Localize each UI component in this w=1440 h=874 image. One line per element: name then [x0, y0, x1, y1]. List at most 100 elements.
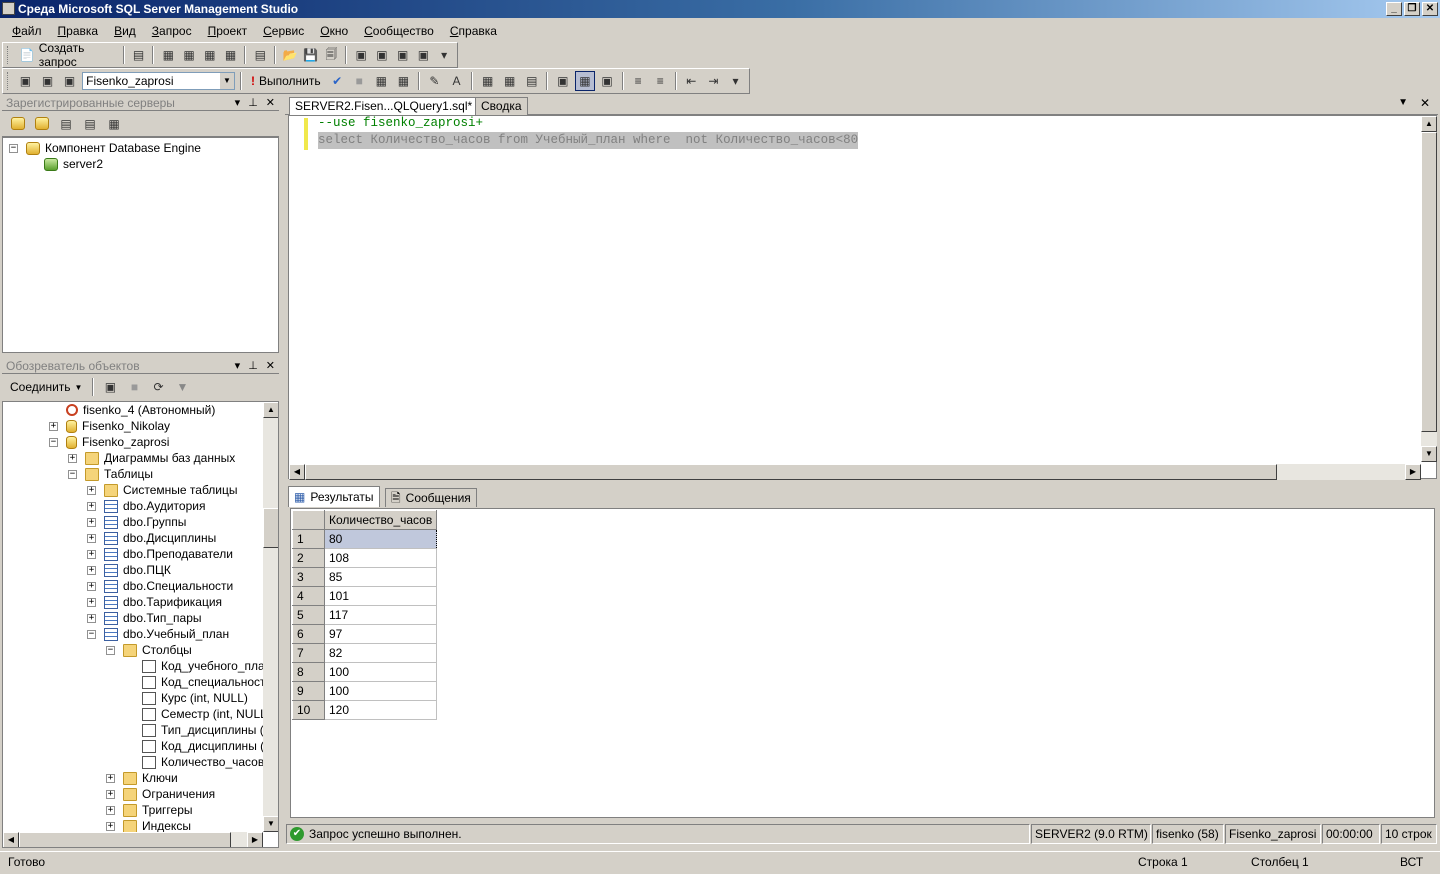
- cell-value[interactable]: 100: [323, 662, 438, 682]
- tree-node[interactable]: + Ключи: [106, 770, 178, 786]
- expand-icon[interactable]: +: [106, 789, 115, 799]
- menu-edit[interactable]: Правка: [50, 21, 107, 41]
- connect-dropdown[interactable]: Соединить ▼: [6, 377, 86, 397]
- table-row[interactable]: 4 101: [292, 586, 438, 606]
- db-engine-query-icon[interactable]: ▦: [159, 45, 177, 65]
- table-row[interactable]: 7 82: [292, 643, 438, 663]
- row-number[interactable]: 9: [292, 681, 325, 701]
- tree-node[interactable]: + Ограничения: [106, 786, 215, 802]
- column-header[interactable]: Количество_часов: [323, 510, 438, 530]
- pin-icon[interactable]: ⊥: [248, 95, 258, 111]
- parse-check-icon[interactable]: ✔: [328, 71, 347, 91]
- expand-icon[interactable]: +: [87, 597, 96, 607]
- cell-value[interactable]: 97: [323, 624, 438, 644]
- client-statistics-icon[interactable]: ▦: [500, 71, 519, 91]
- results-to-text-icon[interactable]: ▤: [522, 71, 541, 91]
- cell-value[interactable]: 85: [323, 567, 438, 587]
- menu-project[interactable]: Проект: [200, 21, 256, 41]
- query-options-icon[interactable]: ▦: [372, 71, 391, 91]
- tree-node[interactable]: Тип_дисциплины (va: [125, 722, 263, 738]
- new-file-icon[interactable]: ▤: [130, 45, 148, 65]
- tree-node[interactable]: + Триггеры: [106, 802, 193, 818]
- row-number[interactable]: 1: [292, 529, 325, 549]
- table-row[interactable]: 6 97: [292, 624, 438, 644]
- save-icon[interactable]: 💾: [302, 45, 320, 65]
- collapse-icon[interactable]: −: [49, 437, 58, 447]
- row-number[interactable]: 2: [292, 548, 325, 568]
- comment-icon[interactable]: ≡: [629, 71, 648, 91]
- disconnect-icon[interactable]: ▣: [100, 377, 120, 397]
- sql-mobile-icon[interactable]: ▤: [80, 114, 100, 134]
- disconnect-icon[interactable]: ▣: [38, 71, 57, 91]
- database-engine-icon[interactable]: [8, 114, 28, 134]
- xmla-query-icon[interactable]: ▤: [251, 45, 269, 65]
- scroll-left-icon[interactable]: ◀: [3, 832, 19, 847]
- expand-icon[interactable]: +: [68, 453, 77, 463]
- row-number[interactable]: 3: [292, 567, 325, 587]
- tree-node-server[interactable]: server2: [44, 156, 103, 172]
- expand-icon[interactable]: +: [87, 485, 96, 495]
- tree-node[interactable]: + Индексы: [106, 818, 191, 832]
- menu-window[interactable]: Окно: [312, 21, 356, 41]
- tree-node[interactable]: Код_дисциплины (in: [125, 738, 263, 754]
- menu-view[interactable]: Вид: [106, 21, 144, 41]
- menu-file[interactable]: Файл: [4, 21, 50, 41]
- scroll-right-icon[interactable]: ▶: [247, 832, 263, 847]
- database-select[interactable]: Fisenko_zaprosi ▼: [82, 72, 235, 90]
- tree-node[interactable]: + dbo.Тарификация: [87, 594, 222, 610]
- connect-icon[interactable]: ▣: [16, 71, 35, 91]
- row-number[interactable]: 8: [292, 662, 325, 682]
- tree-node[interactable]: + dbo.Группы: [87, 514, 186, 530]
- query-editor[interactable]: --use fisenko_zaprosi+ select Количество…: [288, 115, 1437, 480]
- scroll-thumb[interactable]: [263, 508, 278, 548]
- expand-icon[interactable]: +: [87, 501, 96, 511]
- scroll-down-icon[interactable]: ▼: [1421, 446, 1437, 462]
- results-to-grid-icon[interactable]: ▦: [575, 71, 595, 91]
- vertical-scrollbar[interactable]: ▲ ▼: [1421, 116, 1437, 462]
- tree-node[interactable]: + dbo.Аудитория: [87, 498, 205, 514]
- results-to-file-icon[interactable]: ▣: [553, 71, 572, 91]
- row-number[interactable]: 7: [292, 643, 325, 663]
- close-icon[interactable]: ✕: [266, 358, 275, 374]
- tab-query[interactable]: SERVER2.Fisen...QLQuery1.sql*: [289, 97, 479, 115]
- scroll-thumb[interactable]: [19, 832, 231, 847]
- cell-value[interactable]: 108: [323, 548, 438, 568]
- scroll-up-icon[interactable]: ▲: [263, 402, 278, 418]
- tree-node[interactable]: + Системные таблицы: [87, 482, 238, 498]
- tree-node[interactable]: + Fisenko_Nikolay: [49, 418, 170, 434]
- intellisense-icon[interactable]: A: [447, 71, 466, 91]
- vertical-scrollbar[interactable]: ▲ ▼: [263, 402, 278, 832]
- tree-node[interactable]: − dbo.Учебный_план: [87, 626, 229, 642]
- dmx-query-icon[interactable]: ▦: [222, 45, 240, 65]
- scroll-thumb[interactable]: [305, 464, 1277, 480]
- design-query-icon[interactable]: ✎: [425, 71, 444, 91]
- open-folder-icon[interactable]: 📂: [281, 45, 299, 65]
- tab-results[interactable]: ▦ Результаты: [288, 486, 380, 507]
- tree-node[interactable]: − Fisenko_zaprosi: [49, 434, 169, 450]
- restore-button[interactable]: ❐: [1404, 2, 1420, 16]
- cell-value[interactable]: 100: [323, 681, 438, 701]
- expand-icon[interactable]: +: [87, 549, 96, 559]
- tree-node[interactable]: − Столбцы: [106, 642, 192, 658]
- expand-icon[interactable]: +: [87, 517, 96, 527]
- tree-node[interactable]: + dbo.ПЦК: [87, 562, 171, 578]
- close-icon[interactable]: ✕: [1420, 96, 1430, 110]
- close-icon[interactable]: ✕: [266, 95, 275, 111]
- minimize-button[interactable]: _: [1386, 2, 1402, 16]
- table-row[interactable]: 10 120: [292, 700, 438, 720]
- increase-indent-icon[interactable]: ⇥: [704, 71, 723, 91]
- results-pane-icon[interactable]: ▣: [598, 71, 617, 91]
- horizontal-scrollbar[interactable]: ◀ ▶: [3, 832, 263, 847]
- object-explorer-icon[interactable]: ▣: [373, 45, 391, 65]
- tree-node[interactable]: Код_учебного_план: [125, 658, 263, 674]
- integration-services-icon[interactable]: ▦: [104, 114, 124, 134]
- close-button[interactable]: ✕: [1422, 2, 1438, 16]
- cell-value[interactable]: 80: [323, 529, 438, 549]
- cell-value[interactable]: 101: [323, 586, 438, 606]
- scroll-right-icon[interactable]: ▶: [1405, 464, 1421, 480]
- tree-node-db-engine[interactable]: − Компонент Database Engine: [9, 140, 201, 156]
- scroll-down-icon[interactable]: ▼: [263, 816, 278, 832]
- reporting-services-icon[interactable]: ▤: [56, 114, 76, 134]
- stop-icon[interactable]: ■: [350, 71, 369, 91]
- tree-node[interactable]: + dbo.Дисциплины: [87, 530, 216, 546]
